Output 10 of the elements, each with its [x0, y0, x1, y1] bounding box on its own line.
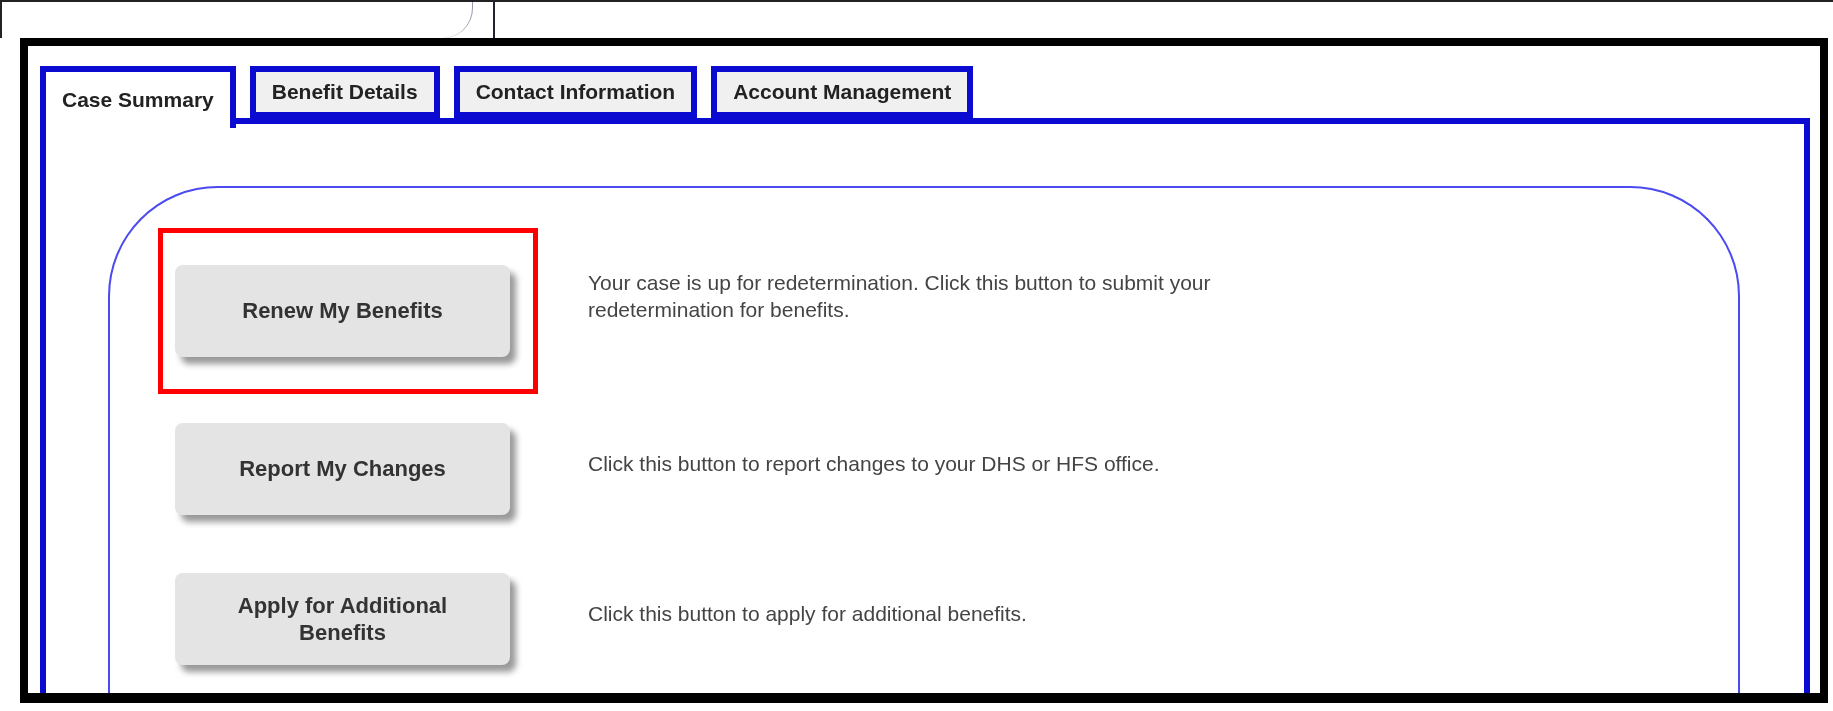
tab[interactable]: Contact Information	[453, 66, 698, 118]
tab[interactable]: Case Summary	[40, 66, 236, 128]
tab[interactable]: Account Management	[711, 66, 974, 118]
action-button[interactable]: Report My Changes	[175, 423, 510, 515]
action-description: Click this button to apply for additional benefits.	[588, 601, 1027, 628]
action-button[interactable]: Apply for Additional Benefits	[175, 573, 510, 665]
action-button[interactable]: Renew My Benefits	[175, 265, 510, 357]
tab[interactable]: Benefit Details	[249, 66, 440, 118]
action-description: Click this button to report changes to your DHS or HFS office.	[588, 451, 1160, 478]
action-description: Your case is up for redetermination. Click this button to submit your redetermination for benefits.	[588, 269, 1212, 323]
